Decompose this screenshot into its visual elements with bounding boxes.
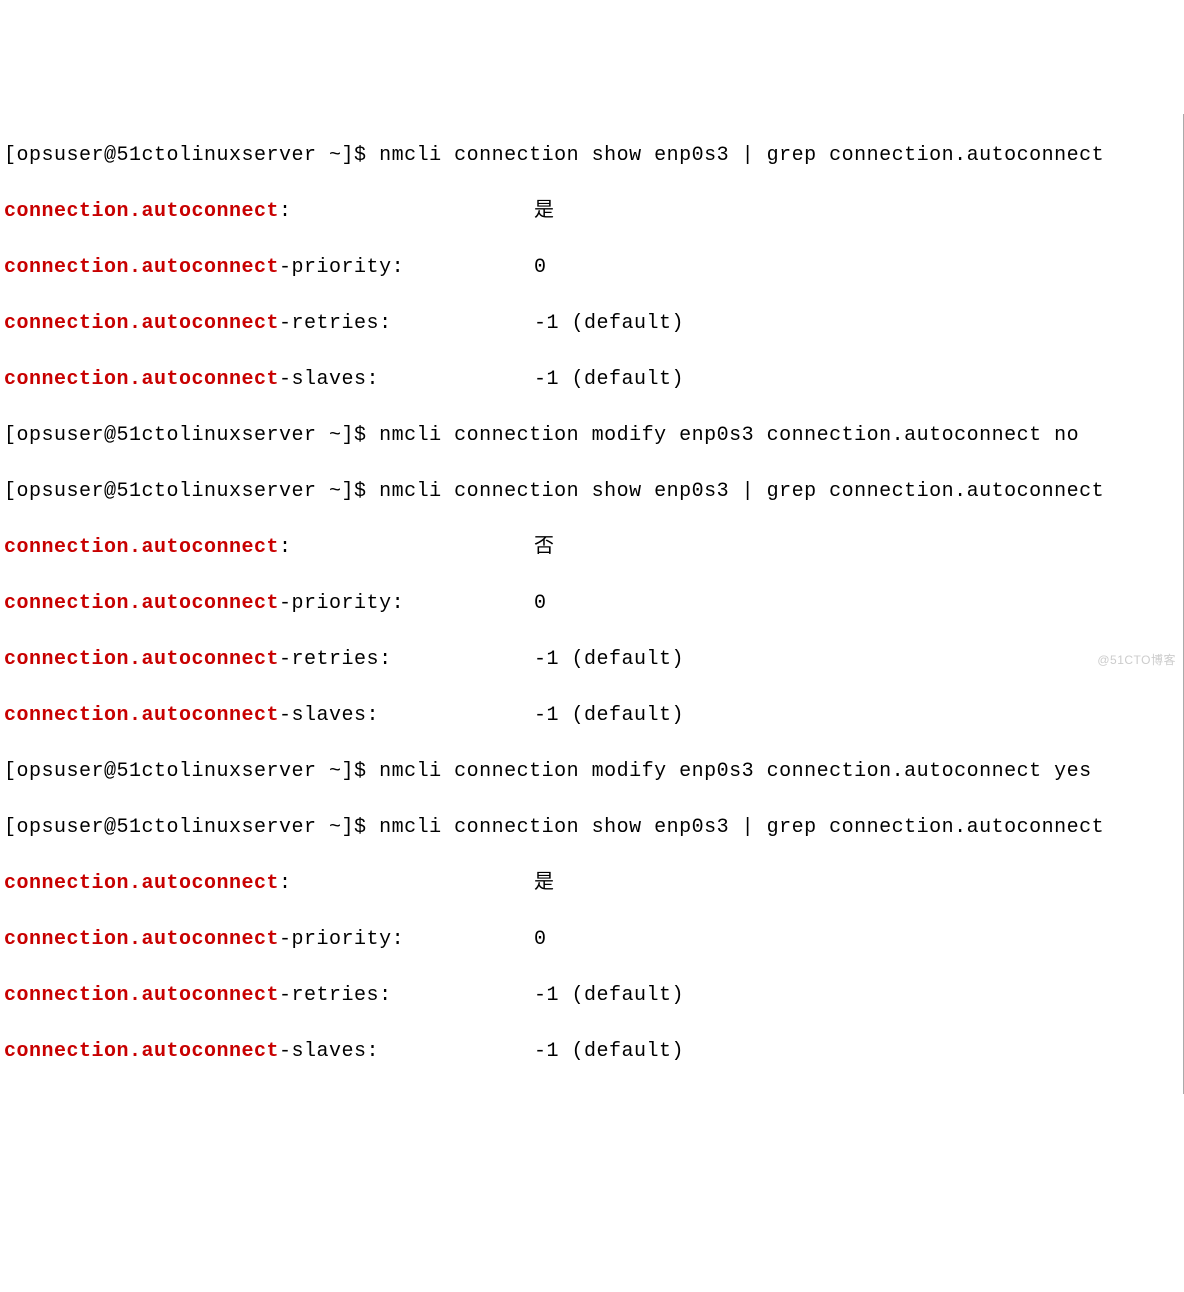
shell-prompt: [opsuser@51ctolinuxserver ~]$: [4, 480, 379, 503]
watermark-text: @51CTO博客: [1097, 652, 1176, 669]
grep-match: connection.autoconnect: [4, 312, 279, 335]
output-row: connection.autoconnect-priority:0: [4, 926, 1183, 954]
shell-prompt: [opsuser@51ctolinuxserver ~]$: [4, 816, 379, 839]
grep-match: connection.autoconnect: [4, 200, 279, 223]
output-value: -1 (default): [534, 312, 684, 335]
output-row: connection.autoconnect-retries:-1 (defau…: [4, 310, 1183, 338]
grep-match: connection.autoconnect: [4, 1040, 279, 1063]
cmd-line: [opsuser@51ctolinuxserver ~]$ nmcli conn…: [4, 758, 1183, 786]
output-value: 0: [534, 592, 547, 615]
shell-prompt: [opsuser@51ctolinuxserver ~]$: [4, 144, 379, 167]
output-value: 是: [534, 872, 555, 895]
output-row: connection.autoconnect:是: [4, 870, 1183, 898]
output-row: connection.autoconnect:否: [4, 534, 1183, 562]
output-value: -1 (default): [534, 984, 684, 1007]
output-row: connection.autoconnect-slaves:-1 (defaul…: [4, 1038, 1183, 1066]
grep-match: connection.autoconnect: [4, 368, 279, 391]
command-text: nmcli connection show enp0s3 | grep conn…: [379, 144, 1104, 167]
output-value: -1 (default): [534, 1040, 684, 1063]
grep-match: connection.autoconnect: [4, 928, 279, 951]
output-value: -1 (default): [534, 704, 684, 727]
output-row: connection.autoconnect-retries:-1 (defau…: [4, 982, 1183, 1010]
output-value: 0: [534, 256, 547, 279]
cmd-line: [opsuser@51ctolinuxserver ~]$ nmcli conn…: [4, 422, 1183, 450]
output-row: connection.autoconnect-slaves:-1 (defaul…: [4, 366, 1183, 394]
output-value: 0: [534, 928, 547, 951]
cmd-line: [opsuser@51ctolinuxserver ~]$ nmcli conn…: [4, 478, 1183, 506]
grep-match: connection.autoconnect: [4, 984, 279, 1007]
grep-match: connection.autoconnect: [4, 536, 279, 559]
cmd-line: [opsuser@51ctolinuxserver ~]$ nmcli conn…: [4, 814, 1183, 842]
output-row: connection.autoconnect:是: [4, 198, 1183, 226]
output-row: connection.autoconnect-retries:-1 (defau…: [4, 646, 1183, 674]
command-text: nmcli connection modify enp0s3 connectio…: [379, 424, 1079, 447]
grep-match: connection.autoconnect: [4, 592, 279, 615]
output-value: -1 (default): [534, 368, 684, 391]
output-row: connection.autoconnect-slaves:-1 (defaul…: [4, 702, 1183, 730]
cmd-line: [opsuser@51ctolinuxserver ~]$ nmcli conn…: [4, 142, 1183, 170]
output-value: -1 (default): [534, 648, 684, 671]
command-text: nmcli connection show enp0s3 | grep conn…: [379, 480, 1104, 503]
output-value: 是: [534, 200, 555, 223]
command-text: nmcli connection show enp0s3 | grep conn…: [379, 816, 1104, 839]
grep-match: connection.autoconnect: [4, 872, 279, 895]
grep-match: connection.autoconnect: [4, 648, 279, 671]
output-value: 否: [534, 536, 555, 559]
grep-match: connection.autoconnect: [4, 704, 279, 727]
grep-match: connection.autoconnect: [4, 256, 279, 279]
shell-prompt: [opsuser@51ctolinuxserver ~]$: [4, 424, 379, 447]
output-row: connection.autoconnect-priority:0: [4, 590, 1183, 618]
command-text: nmcli connection modify enp0s3 connectio…: [379, 760, 1092, 783]
terminal-output: [opsuser@51ctolinuxserver ~]$ nmcli conn…: [4, 114, 1184, 1094]
output-row: connection.autoconnect-priority:0: [4, 254, 1183, 282]
shell-prompt: [opsuser@51ctolinuxserver ~]$: [4, 760, 379, 783]
